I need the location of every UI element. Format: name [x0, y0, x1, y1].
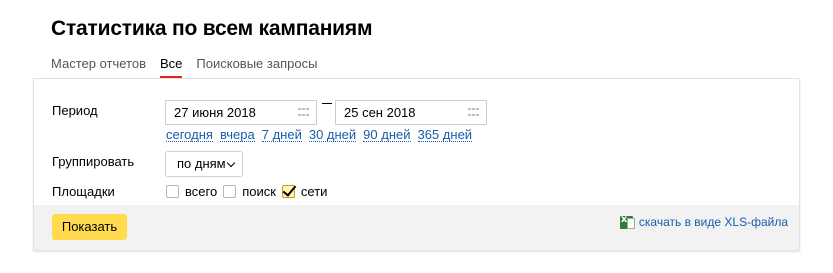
download-xls-link[interactable]: скачать в виде XLS-файла — [619, 214, 788, 229]
platforms-label: Площадки — [52, 184, 115, 199]
period-end-value: 25 сен 2018 — [344, 105, 416, 120]
preset-yesterday[interactable]: вчера — [219, 128, 255, 142]
tab-report-wizard[interactable]: Мастер отчетов — [51, 56, 146, 72]
calendar-icon[interactable] — [298, 108, 309, 118]
grouping-value: по дням — [177, 156, 226, 171]
calendar-icon[interactable] — [468, 108, 479, 118]
platform-networks-option[interactable]: сети — [281, 184, 328, 199]
tab-all-label: Все — [160, 56, 183, 71]
preset-7-days[interactable]: 7 дней — [261, 128, 302, 142]
platform-all-checkbox[interactable] — [166, 185, 179, 198]
preset-365-days[interactable]: 365 дней — [417, 128, 473, 142]
show-button[interactable]: Показать — [52, 214, 127, 240]
page: Статистика по всем кампаниям Мастер отче… — [0, 0, 833, 273]
panel-footer: Показать скачать в виде XLS-файла — [34, 205, 799, 250]
preset-today[interactable]: сегодня — [166, 128, 213, 142]
platform-networks-checkbox[interactable] — [281, 185, 295, 198]
platform-search-label: поиск — [242, 184, 276, 199]
platform-search-checkbox[interactable] — [223, 185, 237, 198]
tab-all[interactable]: Все — [160, 56, 183, 78]
period-presets: сегодня вчера 7 дней 30 дней 90 дней 365… — [166, 128, 479, 142]
platform-search-option[interactable]: поиск — [223, 184, 276, 199]
grouping-label: Группировать — [52, 154, 135, 169]
tab-bar: Мастер отчетов Все Поисковые запросы — [51, 56, 331, 78]
chevron-down-icon — [226, 158, 236, 168]
page-title: Статистика по всем кампаниям — [51, 17, 373, 40]
grouping-select[interactable]: по дням — [165, 151, 243, 177]
tab-search-queries[interactable]: Поисковые запросы — [196, 56, 317, 72]
excel-file-icon — [619, 214, 635, 229]
platforms-checkboxes: всего поиск сети — [166, 184, 333, 199]
report-settings-panel: Период 27 июня 2018 25 сен 2018 сегодня … — [33, 78, 800, 251]
platform-all-label: всего — [185, 184, 218, 199]
platform-all-option[interactable]: всего — [166, 184, 217, 199]
date-range-dash — [322, 103, 332, 104]
period-label: Период — [52, 103, 98, 118]
platform-networks-label: сети — [300, 184, 328, 199]
preset-30-days[interactable]: 30 дней — [308, 128, 357, 142]
period-end-input[interactable]: 25 сен 2018 — [335, 100, 487, 125]
period-start-input[interactable]: 27 июня 2018 — [165, 100, 317, 125]
preset-90-days[interactable]: 90 дней — [363, 128, 411, 142]
download-xls-label: скачать в виде XLS-файла — [638, 215, 788, 229]
period-start-value: 27 июня 2018 — [174, 105, 256, 120]
